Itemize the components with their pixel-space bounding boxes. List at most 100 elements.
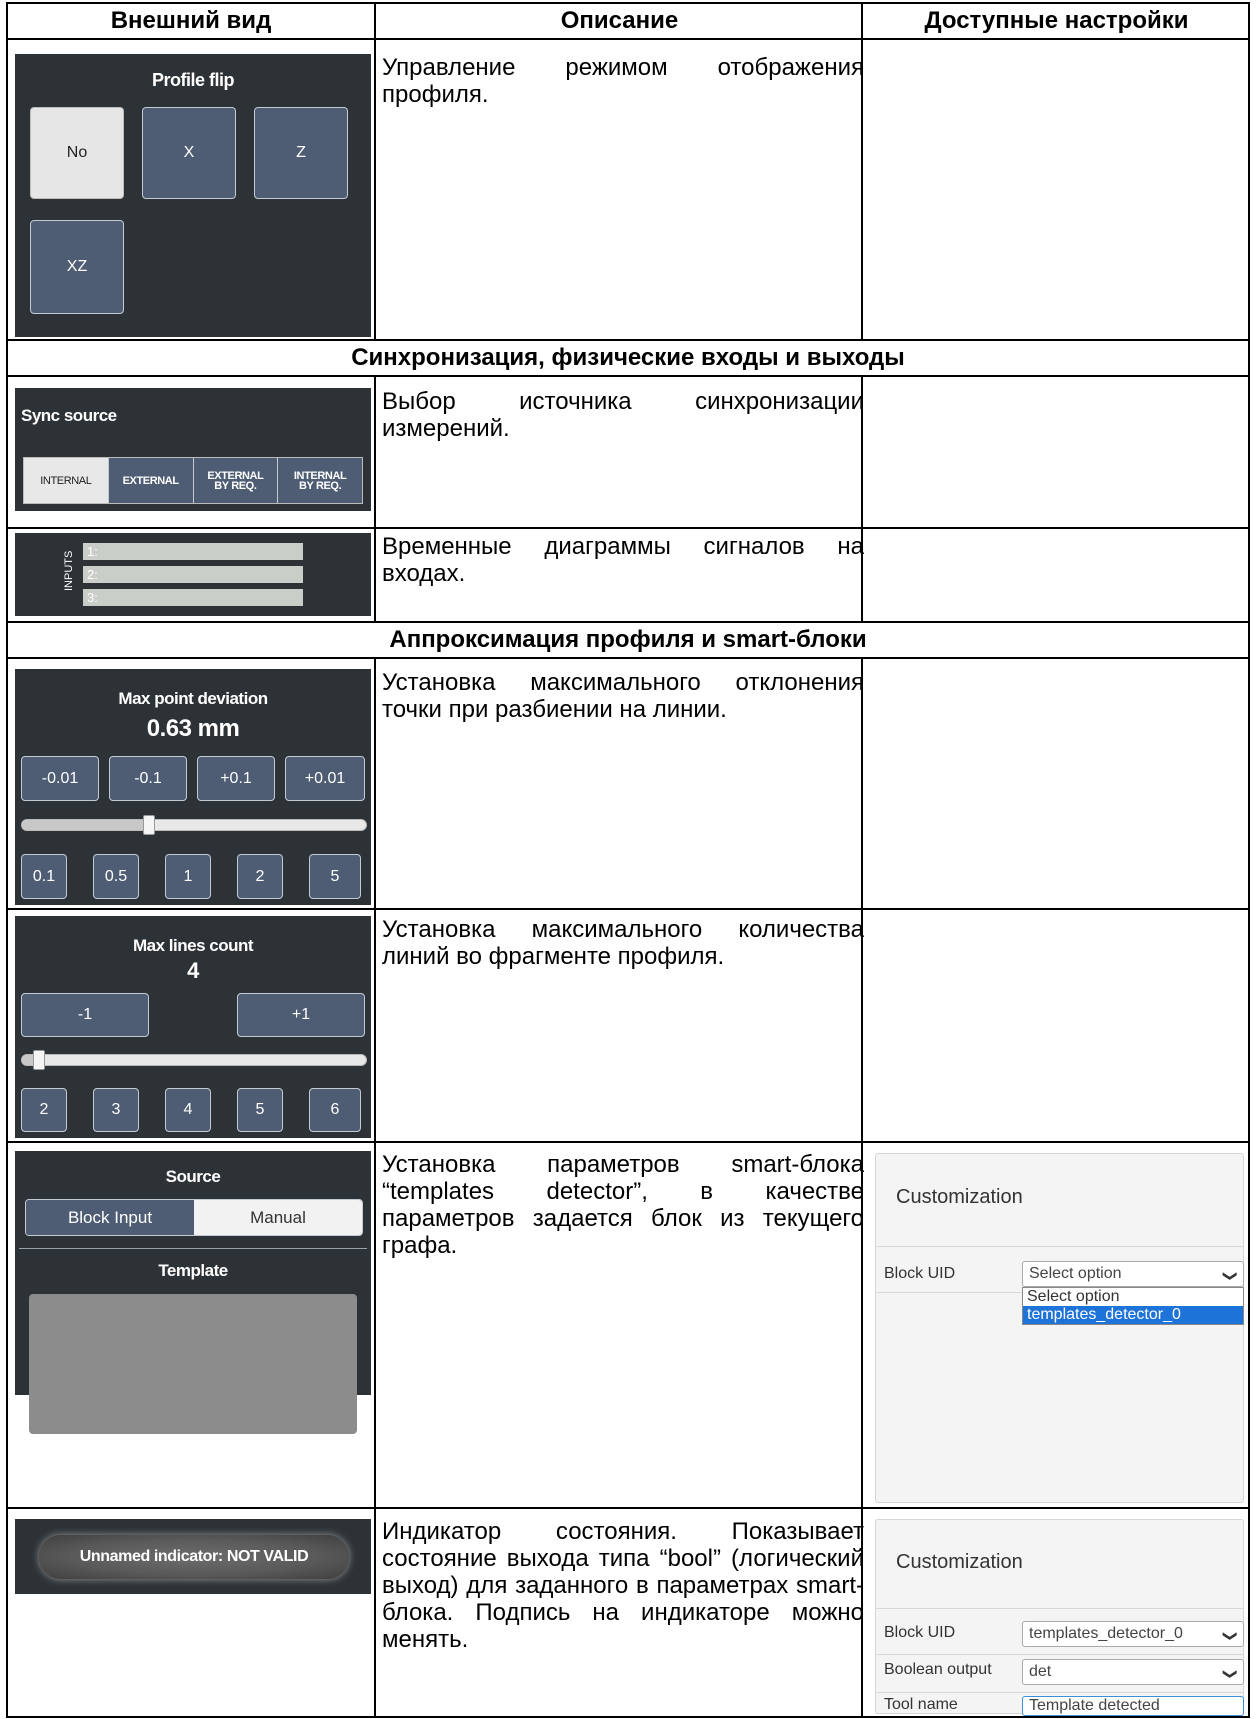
table-divider bbox=[6, 527, 1250, 529]
customization-divider bbox=[876, 1692, 1243, 1693]
profile-flip-panel: Profile flip No X Z XZ bbox=[15, 54, 371, 337]
deviation-slider-thumb[interactable] bbox=[143, 815, 155, 835]
table-divider bbox=[6, 375, 1250, 377]
input-channel-1: 1: bbox=[83, 543, 303, 560]
table-divider bbox=[6, 908, 1250, 910]
table-divider bbox=[6, 1507, 1250, 1509]
flip-x-button[interactable]: X bbox=[142, 107, 236, 199]
col-divider bbox=[374, 2, 376, 341]
deviation-minus-01-button[interactable]: -0.1 bbox=[109, 756, 187, 801]
lines-preset-5[interactable]: 5 bbox=[237, 1088, 283, 1132]
flip-xz-button[interactable]: XZ bbox=[30, 220, 124, 314]
lines-preset-6[interactable]: 6 bbox=[309, 1088, 361, 1132]
boolean-output-label: Boolean output bbox=[884, 1661, 992, 1678]
template-preview-area bbox=[29, 1294, 357, 1434]
tool-name-label: Tool name bbox=[884, 1696, 958, 1713]
deviation-plus-001-button[interactable]: +0.01 bbox=[285, 756, 365, 801]
col-divider bbox=[861, 2, 863, 341]
lines-preset-2[interactable]: 2 bbox=[21, 1088, 67, 1132]
indicator-panel: Unnamed indicator: NOT VALID bbox=[15, 1519, 371, 1594]
lines-minus-1-button[interactable]: -1 bbox=[21, 993, 149, 1037]
customization-panel-1: Customization Block UID Select option ❯ … bbox=[875, 1153, 1244, 1503]
deviation-preset-01[interactable]: 0.1 bbox=[21, 854, 67, 899]
customization-divider bbox=[876, 1608, 1243, 1609]
col-divider bbox=[374, 375, 376, 623]
profile-flip-title: Profile flip bbox=[151, 70, 235, 90]
deviation-preset-1[interactable]: 1 bbox=[165, 854, 211, 899]
inputs-label: INPUTS bbox=[63, 550, 75, 591]
table-border bbox=[6, 1716, 1250, 1718]
lines-slider-thumb[interactable] bbox=[33, 1050, 45, 1070]
source-title: Source bbox=[165, 1167, 221, 1186]
sync-option-external[interactable]: EXTERNAL bbox=[109, 458, 194, 503]
customization-divider bbox=[876, 1246, 1243, 1247]
deviation-preset-5[interactable]: 5 bbox=[309, 854, 361, 899]
status-indicator: Unnamed indicator: NOT VALID bbox=[39, 1535, 349, 1579]
deviation-minus-001-button[interactable]: -0.01 bbox=[21, 756, 99, 801]
header-settings: Доступные настройки bbox=[924, 7, 1189, 34]
source-selector: Block Input Manual bbox=[25, 1199, 363, 1236]
source-option-block-input[interactable]: Block Input bbox=[26, 1200, 194, 1235]
deviation-slider[interactable] bbox=[21, 815, 367, 835]
deviation-preset-05[interactable]: 0.5 bbox=[93, 854, 139, 899]
source-option-manual[interactable]: Manual bbox=[194, 1200, 362, 1235]
table-border bbox=[1248, 2, 1250, 1718]
table-divider bbox=[6, 1141, 1250, 1143]
max-lines-count-title: Max lines count bbox=[132, 936, 254, 955]
content-table: Внешний вид Описание Доступные настройки… bbox=[6, 2, 1250, 1718]
profile-flip-description: Управление режимом отображения профиля. bbox=[382, 54, 864, 108]
block-uid-select-value: templates_detector_0 bbox=[1029, 1625, 1183, 1642]
templates-detector-description: Установка параметров smart-блока “templa… bbox=[382, 1151, 864, 1259]
sync-source-description: Выбор источника синхронизации измерений. bbox=[382, 388, 864, 442]
block-uid-select-value: Select option bbox=[1029, 1265, 1122, 1282]
boolean-output-select-value: det bbox=[1029, 1663, 1052, 1680]
col-divider bbox=[374, 657, 376, 1718]
chevron-down-icon: ❯ bbox=[1223, 1668, 1240, 1680]
deviation-slider-fill bbox=[22, 820, 149, 830]
block-uid-label: Block UID bbox=[884, 1624, 956, 1641]
max-lines-count-panel: Max lines count 4 -1 +1 2 3 4 5 6 bbox=[15, 916, 371, 1138]
customization-title: Customization bbox=[896, 1551, 1023, 1573]
max-point-deviation-description: Установка максимального отклонения точки… bbox=[382, 669, 864, 723]
customization-panel-2: Customization Block UID templates_detect… bbox=[875, 1519, 1244, 1716]
boolean-output-select[interactable]: det ❯ bbox=[1022, 1659, 1244, 1685]
sync-source-title: Sync source bbox=[21, 406, 117, 425]
lines-plus-1-button[interactable]: +1 bbox=[237, 993, 365, 1037]
templates-detector-panel: Source Block Input Manual Template bbox=[15, 1151, 371, 1434]
dropdown-option[interactable]: Select option bbox=[1023, 1288, 1243, 1306]
header-appearance: Внешний вид bbox=[110, 7, 272, 34]
tool-name-input[interactable]: Template detected bbox=[1022, 1696, 1244, 1716]
sync-option-internal-by-req[interactable]: INTERNAL BY REQ. bbox=[278, 458, 362, 503]
max-point-deviation-value: 0.63 mm bbox=[146, 715, 240, 742]
section-title-approximation: Аппроксимация профиля и smart-блоки bbox=[389, 626, 867, 653]
sync-option-internal[interactable]: INTERNAL bbox=[24, 458, 109, 503]
sync-source-panel: Sync source INTERNAL EXTERNAL EXTERNAL BY… bbox=[15, 388, 371, 511]
block-uid-select[interactable]: templates_detector_0 ❯ bbox=[1022, 1621, 1244, 1647]
flip-no-button[interactable]: No bbox=[30, 107, 124, 199]
max-lines-count-value: 4 bbox=[187, 958, 199, 983]
inputs-description: Временные диаграммы сигналов на входах. bbox=[382, 533, 864, 587]
max-lines-count-description: Установка максимального количества линий… bbox=[382, 916, 864, 970]
lines-slider[interactable] bbox=[21, 1050, 367, 1070]
deviation-preset-2[interactable]: 2 bbox=[237, 854, 283, 899]
lines-preset-4[interactable]: 4 bbox=[165, 1088, 211, 1132]
block-uid-label: Block UID bbox=[884, 1265, 956, 1282]
input-channel-2: 2: bbox=[83, 566, 303, 583]
indicator-description: Индикатор состояния. Показывает состояни… bbox=[382, 1518, 864, 1653]
deviation-plus-01-button[interactable]: +0.1 bbox=[197, 756, 275, 801]
table-divider bbox=[6, 38, 1250, 40]
table-border bbox=[6, 2, 8, 1718]
max-point-deviation-title: Max point deviation bbox=[118, 689, 268, 708]
chevron-down-icon: ❯ bbox=[1223, 1630, 1240, 1642]
chevron-down-icon: ❯ bbox=[1223, 1270, 1240, 1282]
lines-preset-3[interactable]: 3 bbox=[93, 1088, 139, 1132]
sync-source-selector: INTERNAL EXTERNAL EXTERNAL BY REQ. INTERN… bbox=[23, 457, 363, 504]
customization-divider bbox=[876, 1654, 1243, 1655]
block-uid-select[interactable]: Select option ❯ bbox=[1022, 1261, 1244, 1287]
header-description: Описание bbox=[560, 7, 679, 34]
max-point-deviation-panel: Max point deviation 0.63 mm -0.01 -0.1 +… bbox=[15, 669, 371, 905]
dropdown-option-selected[interactable]: templates_detector_0 bbox=[1023, 1306, 1243, 1324]
sync-option-external-by-req[interactable]: EXTERNAL BY REQ. bbox=[194, 458, 279, 503]
source-divider bbox=[19, 1248, 367, 1249]
flip-z-button[interactable]: Z bbox=[254, 107, 348, 199]
